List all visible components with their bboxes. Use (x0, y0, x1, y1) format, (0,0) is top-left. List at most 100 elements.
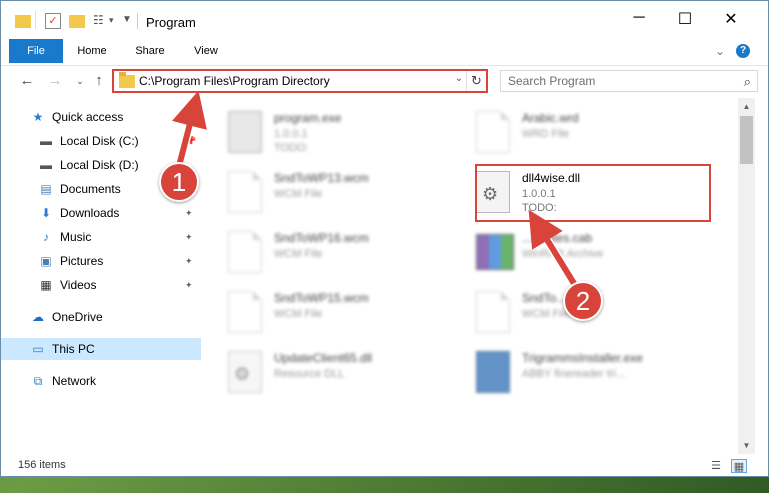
file-name: ...ificates.cab (522, 231, 593, 245)
sidebar-item-label: Pictures (60, 254, 104, 268)
address-path[interactable]: C:\Program Files\Program Directory (139, 74, 330, 88)
file-type: WCM File (274, 188, 323, 200)
properties-icon[interactable]: ✓ (45, 13, 61, 29)
customize-view-icon[interactable]: ☷ (93, 13, 109, 29)
separator (35, 11, 36, 29)
search-input[interactable]: Search Program (508, 74, 595, 88)
minimize-button[interactable]: ─ (616, 9, 662, 37)
file-name: SndToWP13.wcm (274, 171, 369, 185)
file-version: 1.0.0.1 (274, 128, 308, 140)
scroll-down-icon[interactable]: ▼ (738, 437, 755, 454)
details-view-icon[interactable]: ☰ (708, 459, 724, 473)
drive-icon: ▬ (40, 134, 52, 148)
item-count: 156 items (18, 459, 66, 471)
file-item[interactable]: ...ificates.cab WinRAR Archive (454, 226, 704, 276)
exe-icon (228, 111, 262, 153)
window-title: Program (146, 15, 196, 30)
file-type: ABBY finereader tri... (522, 368, 626, 380)
tab-share[interactable]: Share (125, 39, 175, 63)
back-button[interactable]: ← (18, 72, 36, 90)
pin-icon[interactable]: ✦ (185, 250, 193, 272)
sidebar-item-label: Quick access (52, 110, 124, 124)
file-item[interactable]: SndToWP15.wcm WCM File (206, 286, 456, 336)
sidebar-item-quick-access[interactable]: ★ Quick access (1, 106, 201, 128)
file-description: TODO: (274, 142, 309, 154)
file-item[interactable]: program.exe 1.0.0.1 TODO: (206, 106, 456, 156)
archive-icon (476, 234, 514, 270)
navigation-pane: ★ Quick access ▬ Local Disk (C:) 📌 ▬ Loc… (1, 98, 201, 454)
tab-file[interactable]: File (9, 39, 63, 63)
download-icon: ⬇ (40, 206, 52, 220)
status-bar: 156 items ☰ ▦ (1, 456, 768, 476)
tab-view[interactable]: View (183, 39, 229, 63)
sidebar-item-onedrive[interactable]: ☁ OneDrive (1, 306, 201, 328)
sidebar-item-label: Music (60, 230, 92, 244)
scroll-up-icon[interactable]: ▲ (738, 98, 755, 115)
file-item[interactable]: ⚙ UpdateClient65.dll Resource DLL (206, 346, 456, 396)
search-box[interactable]: Search Program ⌕ (500, 70, 758, 92)
explorer-window: ✓ ☷ ▾ ▼ Program ─ ☐ ✕ File Home Share Vi… (0, 0, 769, 477)
sidebar-item-label: Documents (60, 182, 121, 196)
sidebar-item-pictures[interactable]: ▣ Pictures ✦ (1, 250, 201, 272)
recent-locations-button[interactable]: ⌄ (71, 72, 89, 90)
drive-icon: ▬ (40, 158, 52, 172)
search-icon[interactable]: ⌕ (744, 74, 751, 90)
separator (137, 13, 138, 29)
refresh-button[interactable]: ↻ (466, 71, 486, 91)
chevron-down-icon[interactable]: ⌄ (452, 73, 466, 84)
file-item[interactable]: SndToWP13.wcm WCM File (206, 166, 456, 216)
pin-icon[interactable]: ✦ (185, 202, 193, 224)
sidebar-item-downloads[interactable]: ⬇ Downloads ✦ (1, 202, 201, 224)
maximize-button[interactable]: ☐ (662, 9, 708, 37)
large-icons-view-icon[interactable]: ▦ (731, 459, 747, 473)
sidebar-item-local-disk-c[interactable]: ▬ Local Disk (C:) 📌 (1, 130, 201, 152)
computer-icon: ▭ (32, 342, 44, 356)
expand-ribbon-icon[interactable]: ⌄ (713, 44, 727, 58)
sidebar-item-network[interactable]: ⧉ Network (1, 370, 201, 392)
file-list: program.exe 1.0.0.1 TODO: Arabic.wrd WRD… (206, 98, 738, 454)
highlight-box (475, 164, 711, 222)
pin-icon: 📌 (185, 136, 197, 146)
sidebar-item-label: Local Disk (D:) (60, 158, 139, 172)
file-name: program.exe (274, 111, 342, 125)
folder-icon (119, 72, 135, 88)
close-button[interactable]: ✕ (708, 9, 754, 37)
navigation-bar: ← → ⌄ ↑ C:\Program Files\Program Directo… (1, 65, 768, 97)
file-item[interactable]: TrigrammsInstaller.exe ABBY finereader t… (454, 346, 704, 396)
sidebar-item-label: This PC (52, 342, 95, 356)
file-name: SndToWP16.wcm (274, 231, 369, 245)
tab-home[interactable]: Home (69, 39, 115, 63)
cloud-icon: ☁ (32, 310, 44, 324)
pictures-icon: ▣ (40, 254, 52, 268)
callout-badge-1: 1 (159, 162, 199, 202)
file-item[interactable]: Arabic.wrd WRD File (454, 106, 704, 156)
pin-icon[interactable]: ✦ (185, 226, 193, 248)
customize-toolbar-icon[interactable]: ▼ (122, 14, 138, 30)
help-icon[interactable]: ? (736, 44, 750, 58)
sidebar-item-this-pc[interactable]: ▭ This PC (1, 338, 201, 360)
document-icon (476, 111, 510, 153)
scroll-thumb[interactable] (740, 116, 753, 164)
callout-badge-2: 2 (563, 281, 603, 321)
vertical-scrollbar[interactable]: ▲ ▼ (738, 98, 755, 454)
file-name: Arabic.wrd (522, 111, 579, 125)
file-item[interactable]: SndToWP16.wcm WCM File (206, 226, 456, 276)
sidebar-item-label: OneDrive (52, 310, 103, 324)
sidebar-item-label: Local Disk (C:) (60, 134, 139, 148)
sidebar-item-music[interactable]: ♪ Music ✦ (1, 226, 201, 248)
up-button[interactable]: ↑ (90, 72, 108, 90)
videos-icon: ▦ (40, 278, 52, 292)
gear-document-icon: ⚙ (228, 351, 262, 393)
forward-button[interactable]: → (46, 72, 64, 90)
new-folder-icon[interactable] (69, 15, 85, 28)
star-icon: ★ (32, 110, 44, 124)
file-type: WCM File (274, 308, 323, 320)
address-bar[interactable]: C:\Program Files\Program Directory ⌄ ↻ (112, 69, 488, 93)
document-icon (228, 231, 262, 273)
pin-icon[interactable]: ✦ (185, 274, 193, 296)
sidebar-item-videos[interactable]: ▦ Videos ✦ (1, 274, 201, 296)
file-name: TrigrammsInstaller.exe (522, 351, 643, 365)
installer-icon (476, 351, 510, 393)
file-type: WinRAR Archive (522, 248, 604, 260)
file-type: WRD File (522, 128, 570, 140)
